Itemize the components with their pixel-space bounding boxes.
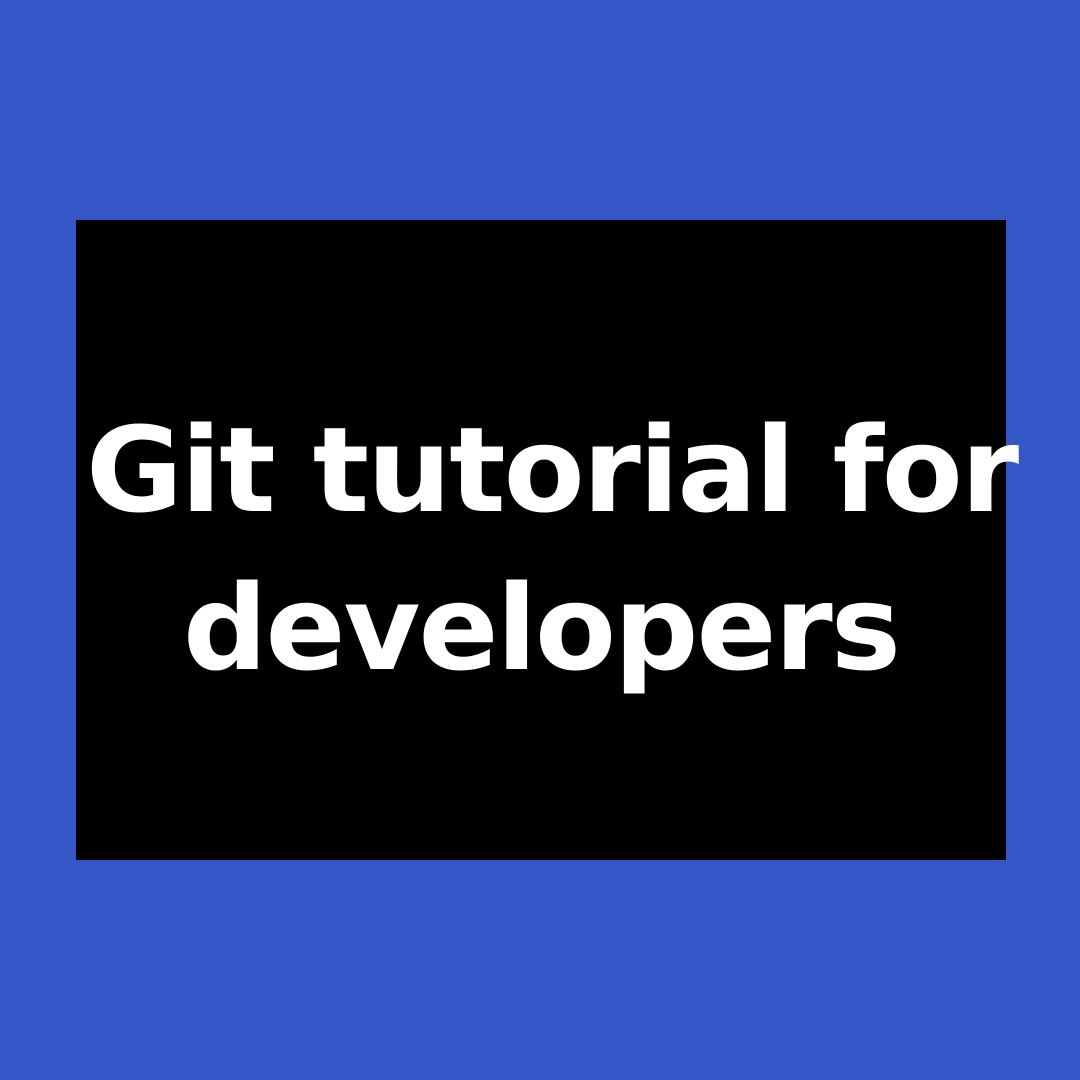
title-card: Git tutorial for developers [76, 220, 1019, 860]
page-title: Git tutorial for developers [86, 373, 1019, 707]
title-line-1: Git tutorial for [86, 401, 1019, 539]
title-line-2: developers [183, 559, 901, 697]
